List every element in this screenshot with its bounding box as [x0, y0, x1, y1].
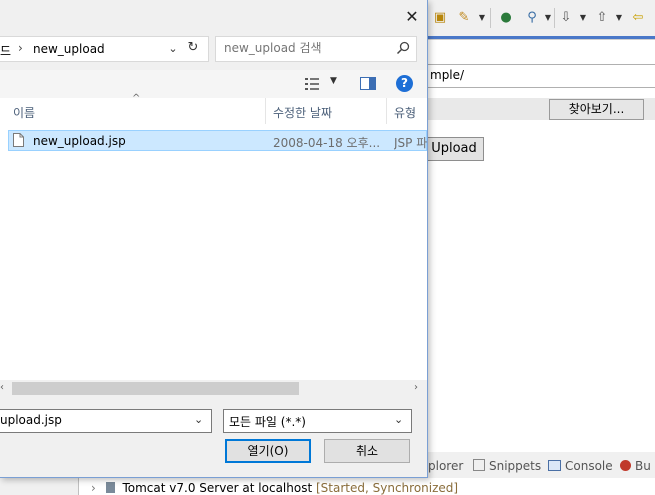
server-icon — [105, 482, 115, 493]
command-bar: ▼ ? — [0, 70, 427, 98]
search-input[interactable] — [224, 40, 384, 56]
expand-arrow-icon[interactable]: › — [91, 481, 96, 495]
view-options-icon[interactable] — [304, 77, 320, 91]
filename-combobox[interactable]: ⌄ — [0, 409, 212, 433]
toolbar-divider — [490, 8, 491, 28]
url-bar[interactable]: mple/ — [428, 64, 655, 88]
tab-snippets[interactable]: Snippets — [473, 459, 541, 473]
server-name: Tomcat v7.0 Server at localhost — [122, 481, 313, 495]
eclipse-toolbar: ▣ ✎ ▼ ● ⚲ ▼ ⇩ ▼ ⇧ ▼ ⇦ — [428, 0, 655, 36]
chevron-down-icon[interactable]: ⌄ — [165, 42, 181, 55]
help-icon[interactable]: ? — [396, 75, 413, 92]
scroll-left-icon[interactable]: ‹ — [0, 382, 10, 393]
breadcrumb-separator: › — [18, 41, 23, 55]
file-name: new_upload.jsp — [33, 134, 126, 148]
column-divider[interactable] — [386, 98, 387, 124]
column-divider[interactable] — [265, 98, 266, 124]
file-icon — [13, 133, 24, 147]
close-icon[interactable]: ✕ — [400, 5, 424, 29]
search-tool-icon[interactable]: ⚲ — [524, 10, 540, 26]
chevron-down-icon[interactable]: ⌄ — [394, 413, 403, 426]
scroll-right-icon[interactable]: › — [414, 382, 424, 393]
address-bar[interactable]: 드 › new_upload ⌄ ↻ — [0, 36, 209, 62]
refresh-icon[interactable]: ↻ — [185, 40, 201, 55]
horizontal-scrollbar[interactable]: ‹ › — [0, 380, 427, 397]
tab-console[interactable]: Console — [548, 459, 613, 473]
run-tool-icon[interactable]: ✎ — [456, 10, 472, 26]
tab-label: Console — [565, 459, 613, 473]
chevron-down-icon[interactable]: ▼ — [330, 76, 337, 86]
chevron-down-icon[interactable]: ▼ — [615, 10, 623, 26]
snippets-icon — [473, 459, 485, 471]
chevron-down-icon[interactable]: ▼ — [544, 10, 552, 26]
file-open-dialog: ✕ 드 › new_upload ⌄ ↻ ▼ ? ^ 이름 수정한 날짜 — [0, 0, 428, 478]
chevron-down-icon[interactable]: ⌄ — [194, 413, 203, 426]
toolbar-divider — [554, 8, 555, 28]
bug-icon — [620, 460, 631, 471]
browser-editor: mple/ 찾아보기... Upload — [424, 39, 655, 452]
console-icon — [548, 460, 561, 471]
list-item[interactable]: new_upload.jsp 2008-04-18 오후... JSP 파 — [8, 130, 427, 151]
search-box[interactable] — [215, 36, 417, 62]
globe-icon[interactable]: ● — [498, 10, 514, 26]
search-icon[interactable] — [396, 41, 410, 55]
tab-explorer[interactable]: plorer — [428, 459, 463, 473]
file-type: JSP 파 — [394, 136, 428, 150]
cancel-button[interactable]: 취소 — [324, 439, 410, 463]
breadcrumb-current[interactable]: new_upload — [33, 42, 105, 56]
server-row[interactable]: › Tomcat v7.0 Server at localhost [Start… — [91, 481, 458, 495]
open-folder-icon[interactable]: ▣ — [432, 10, 448, 26]
tab-label: plorer — [428, 459, 464, 473]
preview-pane-icon[interactable] — [360, 77, 376, 90]
filename-input[interactable] — [0, 413, 185, 427]
browse-button[interactable]: 찾아보기... — [549, 99, 644, 120]
sort-ascending-icon: ^ — [132, 93, 141, 104]
chevron-down-icon[interactable]: ▼ — [478, 10, 486, 26]
column-header-type[interactable]: 유형 — [394, 104, 416, 121]
breadcrumb-parent[interactable]: 드 — [0, 42, 11, 59]
tab-bugs[interactable]: Bu — [620, 459, 651, 473]
server-status: [Started, Synchronized] — [316, 481, 459, 495]
filetype-select[interactable]: 모든 파일 (*.*) ⌄ — [223, 409, 412, 433]
back-icon[interactable]: ⇦ — [630, 10, 646, 26]
bottom-view-tabs: plorer Snippets Console Bu — [428, 452, 655, 478]
tab-label: Bu — [635, 459, 651, 473]
tab-label: Snippets — [489, 459, 542, 473]
filetype-value: 모든 파일 (*.*) — [229, 415, 306, 429]
column-header-modified[interactable]: 수정한 날짜 — [273, 104, 332, 121]
file-list: ^ 이름 수정한 날짜 유형 new_upload.jsp 2008-04-18… — [0, 93, 427, 380]
upload-button[interactable]: Upload — [424, 137, 484, 161]
next-annotation-icon[interactable]: ⇩ — [558, 10, 574, 26]
file-modified: 2008-04-18 오후... — [273, 136, 381, 150]
file-input-row: 찾아보기... — [428, 98, 655, 120]
servers-view: › Tomcat v7.0 Server at localhost [Start… — [78, 478, 655, 495]
prev-annotation-icon[interactable]: ⇧ — [594, 10, 610, 26]
scrollbar-thumb[interactable] — [12, 382, 299, 395]
url-text: mple/ — [430, 68, 465, 82]
open-button[interactable]: 열기(O) — [225, 439, 311, 463]
chevron-down-icon[interactable]: ▼ — [579, 10, 587, 26]
column-header-name[interactable]: 이름 — [13, 104, 35, 121]
